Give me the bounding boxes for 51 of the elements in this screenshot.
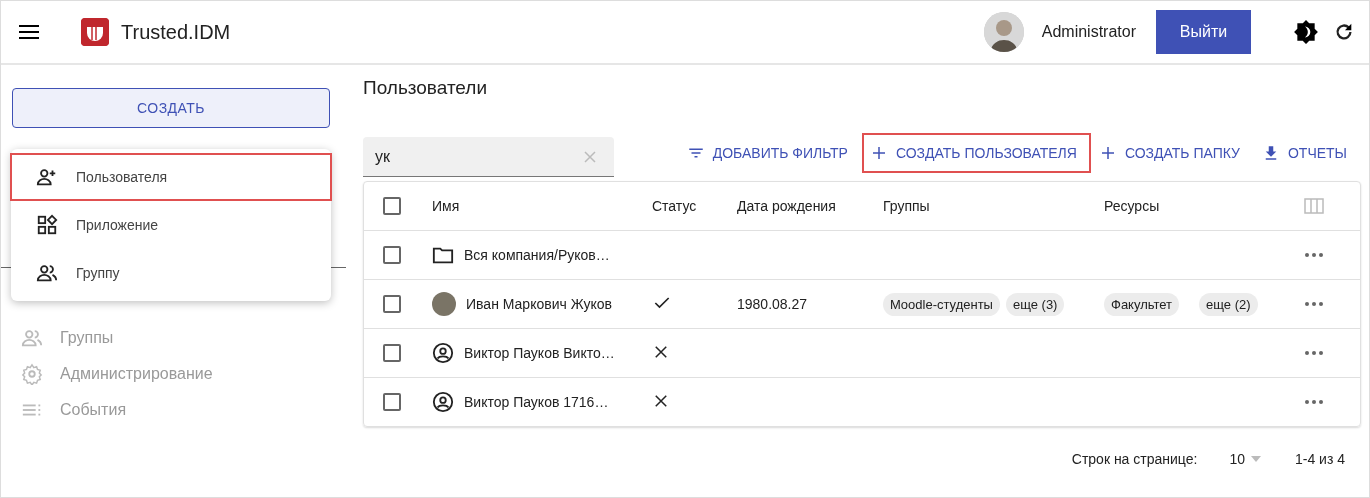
user-name: Administrator: [1041, 23, 1136, 41]
column-header[interactable]: Ресурсы: [1104, 198, 1304, 214]
theme-icon[interactable]: [1293, 19, 1319, 45]
logo-icon: [81, 18, 109, 46]
account-circle-icon: [432, 342, 454, 364]
person-add-icon: [36, 166, 58, 188]
search-field[interactable]: ук: [363, 137, 614, 177]
menu-item[interactable]: Группу: [10, 249, 332, 297]
rows-per-page-label: Строк на странице:: [1071, 451, 1198, 467]
toolbar-button[interactable]: СОЗДАТЬ ПАПКУ: [1090, 133, 1254, 173]
group-icon: [36, 262, 58, 284]
table-cell: Виктор Пауков Викто…: [464, 345, 615, 361]
toolbar-button[interactable]: ДОБАВИТЬ ФИЛЬТР: [678, 133, 862, 173]
rows-per-page-select[interactable]: 10: [1229, 451, 1245, 467]
group-chip[interactable]: еще (3): [1005, 292, 1065, 316]
gear-icon: [21, 363, 43, 385]
resource-chip[interactable]: еще (2): [1199, 292, 1258, 316]
checkbox[interactable]: [383, 393, 401, 411]
account-circle-icon: [432, 391, 454, 413]
toolbar-button[interactable]: ОТЧЕТЫ: [1253, 133, 1361, 173]
checkbox[interactable]: [383, 295, 401, 313]
page-title: Пользователи: [363, 77, 488, 99]
apps-icon: [36, 214, 58, 236]
more-icon[interactable]: [1304, 252, 1324, 258]
more-icon[interactable]: [1304, 399, 1324, 405]
avatar: [432, 292, 456, 316]
checkbox[interactable]: [383, 246, 401, 264]
more-icon[interactable]: [1304, 350, 1324, 356]
column-header[interactable]: Группы: [883, 198, 1104, 214]
table-cell: Иван Маркович Жуков: [466, 296, 612, 312]
create-button[interactable]: СОЗДАТЬ: [12, 88, 330, 128]
toolbar-button[interactable]: СОЗДАТЬ ПОЛЬЗОВАТЕЛЯ: [861, 133, 1091, 173]
group-icon: [21, 327, 43, 349]
table-cell: 1980.08.27: [737, 296, 808, 312]
menu-icon[interactable]: [19, 24, 39, 40]
group-chip[interactable]: Moodle-студенты: [883, 292, 1000, 316]
menu-item[interactable]: Приложение: [10, 201, 332, 249]
page-range: 1-4 из 4: [1294, 451, 1345, 467]
column-header[interactable]: Имя: [432, 198, 652, 214]
more-icon[interactable]: [1304, 301, 1324, 307]
checkbox[interactable]: [383, 344, 401, 362]
app-name: Trusted.IDM: [121, 20, 231, 44]
table-cell: Вся компания/Руков…: [464, 247, 610, 263]
user-avatar: [983, 12, 1024, 52]
column-header[interactable]: Дата рождения: [737, 198, 883, 214]
checkbox[interactable]: [383, 197, 401, 215]
logout-button[interactable]: Выйти: [1156, 10, 1251, 54]
table-cell: Виктор Пауков 1716…: [464, 394, 609, 410]
column-header[interactable]: Статус: [652, 198, 737, 214]
menu-item[interactable]: Пользователя: [10, 153, 332, 201]
resource-chip[interactable]: Факультет: [1104, 292, 1180, 316]
